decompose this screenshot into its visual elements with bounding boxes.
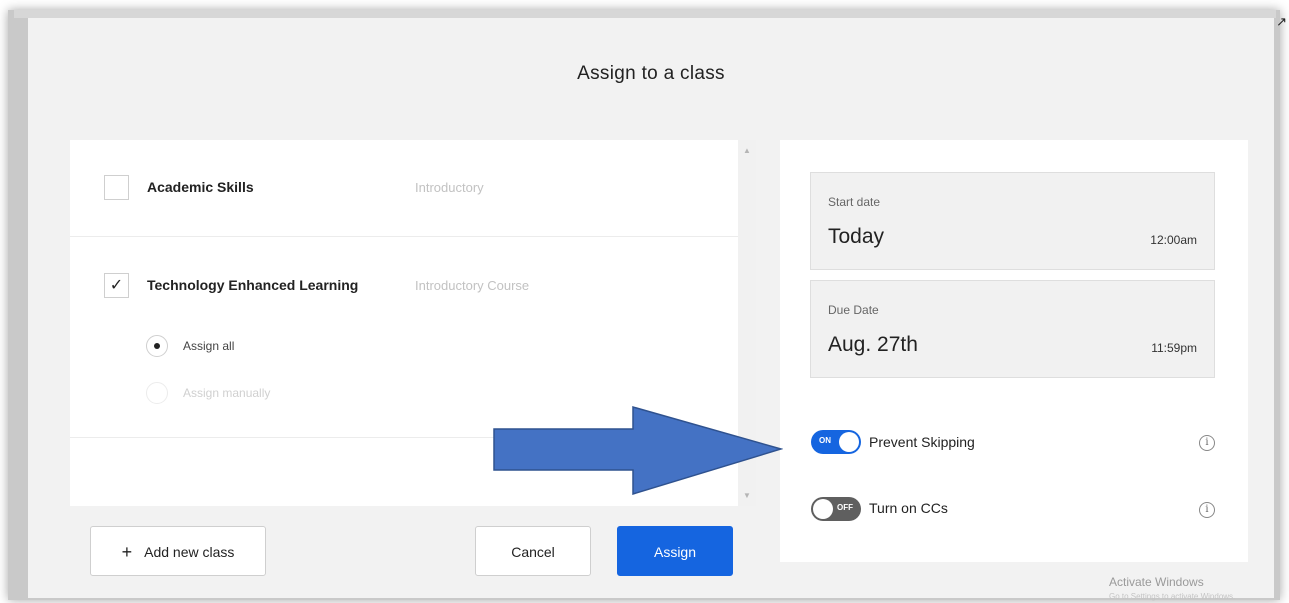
class-name: Academic Skills (147, 179, 254, 195)
expand-arrow-icon[interactable]: ↗ (1276, 14, 1287, 30)
annotation-arrow-shape (493, 406, 783, 496)
class-name: Technology Enhanced Learning (147, 277, 359, 293)
assign-manually-radio[interactable] (146, 382, 168, 404)
add-new-class-label: Add new class (144, 544, 235, 560)
assignment-settings-panel: Start date Today 12:00am Due Date Aug. 2… (780, 140, 1248, 562)
toggle-knob (813, 499, 833, 519)
plus-icon: + (121, 542, 133, 562)
due-date-label: Due Date (828, 303, 879, 317)
scroll-up-icon[interactable]: ▲ (738, 146, 756, 155)
turn-on-ccs-label: Turn on CCs (869, 500, 948, 516)
start-date-value: Today (828, 225, 885, 248)
windows-activation-watermark: Activate Windows (1109, 575, 1204, 589)
class-checkbox[interactable] (104, 175, 129, 200)
assign-button[interactable]: Assign (617, 526, 733, 576)
due-date-value: Aug. 27th (828, 333, 918, 356)
assign-dialog: Assign to a class Academic Skills Introd… (28, 18, 1274, 598)
class-level: Introductory (415, 180, 484, 195)
class-row-academic-skills: Academic Skills Introductory (70, 140, 738, 237)
class-checkbox[interactable]: ✓ (104, 273, 129, 298)
toggle-state-label: ON (819, 436, 831, 445)
add-new-class-button[interactable]: + Add new class (90, 526, 266, 576)
due-time-value: 11:59pm (1151, 341, 1197, 355)
toggle-state-label: OFF (837, 503, 853, 512)
turn-on-ccs-toggle[interactable]: OFF (811, 497, 861, 521)
class-level: Introductory Course (415, 278, 530, 293)
prevent-skipping-toggle[interactable]: ON (811, 430, 861, 454)
prevent-skipping-label: Prevent Skipping (869, 434, 975, 450)
annotation-arrow-icon (493, 406, 783, 496)
toggle-knob (839, 432, 859, 452)
assign-all-label: Assign all (183, 339, 235, 353)
due-date-field[interactable]: Due Date Aug. 27th 11:59pm (810, 280, 1215, 378)
info-icon[interactable]: i (1199, 435, 1215, 451)
start-date-field[interactable]: Start date Today 12:00am (810, 172, 1215, 270)
cancel-button[interactable]: Cancel (475, 526, 591, 576)
assign-manually-label: Assign manually (183, 386, 271, 400)
start-time-value: 12:00am (1150, 233, 1197, 247)
info-icon[interactable]: i (1199, 502, 1215, 518)
start-date-label: Start date (828, 195, 881, 209)
screenshot-frame-top (14, 10, 1276, 18)
dialog-title: Assign to a class (577, 63, 725, 84)
windows-activation-subtext: Go to Settings to activate Windows. (1109, 592, 1236, 601)
assign-all-radio[interactable] (146, 335, 168, 357)
